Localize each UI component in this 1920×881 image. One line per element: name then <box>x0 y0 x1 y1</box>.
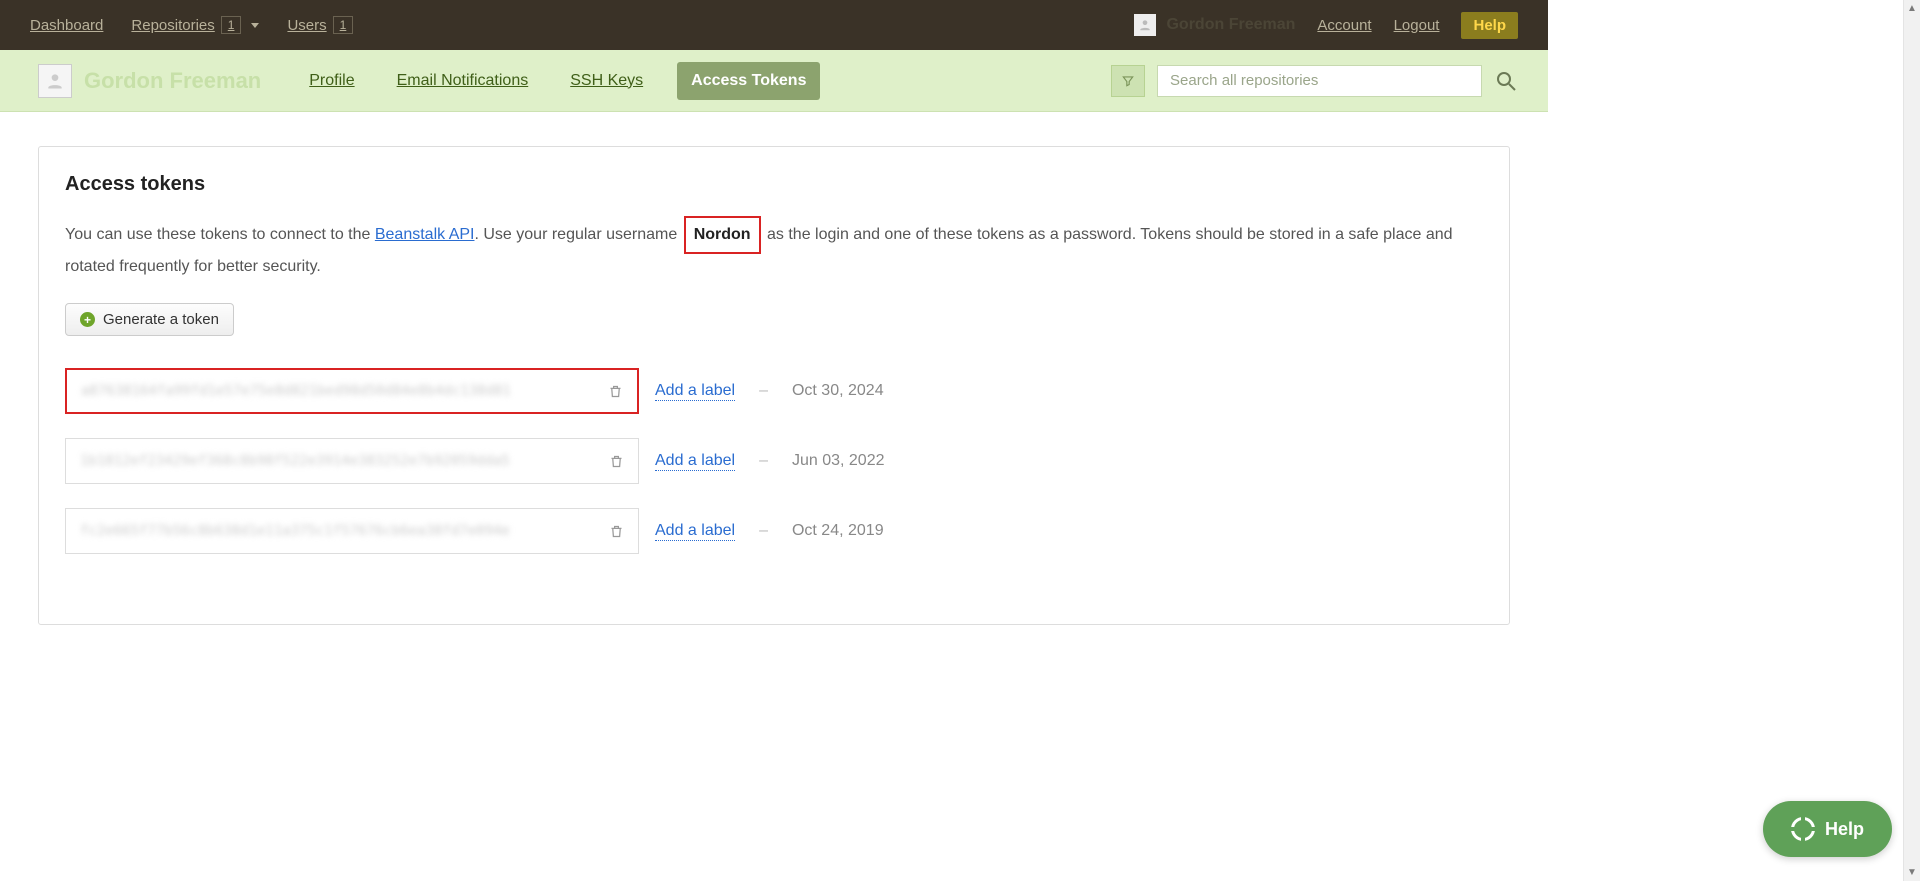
highlighted-username: Nordon <box>684 216 761 254</box>
profile-name: Gordon Freeman <box>84 68 261 94</box>
token-value: 1b1812ef23429ef368c8b98f522e3914e383252e… <box>80 453 510 469</box>
scroll-up-icon[interactable]: ▲ <box>1904 0 1920 17</box>
nav-users-label: Users <box>287 17 326 34</box>
trash-icon[interactable] <box>609 454 624 469</box>
separator: – <box>759 452 768 470</box>
plus-icon: + <box>80 312 95 327</box>
search-icon[interactable] <box>1494 69 1518 93</box>
nav-repositories-label: Repositories <box>131 17 214 34</box>
topbar-right: Gordon Freeman Account Logout Help <box>1134 12 1518 39</box>
search-input[interactable] <box>1157 65 1482 97</box>
scroll-down-icon[interactable]: ▼ <box>1904 864 1920 881</box>
token-value: fc2e665f77b56c8b638d1e11a375c1f57676cb6e… <box>80 523 510 539</box>
generate-token-label: Generate a token <box>103 311 219 328</box>
nav-logout[interactable]: Logout <box>1394 17 1440 34</box>
api-link[interactable]: Beanstalk API <box>375 226 475 243</box>
vertical-scrollbar[interactable]: ▲ ▼ <box>1903 0 1920 881</box>
help-fab[interactable]: Help <box>1763 801 1892 857</box>
current-user-ghost: Gordon Freeman <box>1134 14 1295 36</box>
filter-icon[interactable] <box>1111 65 1145 97</box>
profile-tabs: Profile Email Notifications SSH Keys Acc… <box>301 62 820 100</box>
separator: – <box>759 522 768 540</box>
token-value-box[interactable]: 1b1812ef23429ef368c8b98f522e3914e383252e… <box>65 438 639 484</box>
nav-help-button[interactable]: Help <box>1461 12 1518 39</box>
lifebuoy-icon <box>1791 817 1815 841</box>
nav-repositories[interactable]: Repositories 1 <box>131 16 259 34</box>
nav-users[interactable]: Users 1 <box>287 16 353 34</box>
repositories-count-badge: 1 <box>221 16 242 34</box>
trash-icon[interactable] <box>609 524 624 539</box>
search-area <box>1111 65 1518 97</box>
intro-text: You can use these tokens to connect to t… <box>65 216 1483 279</box>
tab-access-tokens[interactable]: Access Tokens <box>677 62 820 100</box>
token-date: Jun 03, 2022 <box>792 452 885 470</box>
intro-after-link: . Use your regular username <box>474 226 681 243</box>
help-fab-label: Help <box>1825 819 1864 840</box>
add-label-link[interactable]: Add a label <box>655 522 735 541</box>
tab-profile[interactable]: Profile <box>301 66 362 96</box>
token-value-box[interactable]: fc2e665f77b56c8b638d1e11a375c1f57676cb6e… <box>65 508 639 554</box>
nav-account[interactable]: Account <box>1317 17 1371 34</box>
add-label-link[interactable]: Add a label <box>655 382 735 401</box>
token-value: a87638164fa99fd1e57e75e8d821bed98d50d84e… <box>81 383 511 399</box>
separator: – <box>759 382 768 400</box>
topbar: Dashboard Repositories 1 Users 1 Gordon … <box>0 0 1548 50</box>
users-count-badge: 1 <box>333 16 354 34</box>
avatar-icon <box>1134 14 1156 36</box>
topbar-left: Dashboard Repositories 1 Users 1 <box>30 16 353 34</box>
token-date: Oct 24, 2019 <box>792 522 884 540</box>
subbar: Gordon Freeman Profile Email Notificatio… <box>0 50 1548 112</box>
trash-icon[interactable] <box>608 384 623 399</box>
tab-email-notifications[interactable]: Email Notifications <box>389 66 537 96</box>
generate-token-button[interactable]: + Generate a token <box>65 303 234 336</box>
token-date: Oct 30, 2024 <box>792 382 884 400</box>
token-row: a87638164fa99fd1e57e75e8d821bed98d50d84e… <box>65 368 1483 414</box>
token-row: fc2e665f77b56c8b638d1e11a375c1f57676cb6e… <box>65 508 1483 554</box>
tab-ssh-keys[interactable]: SSH Keys <box>562 66 651 96</box>
nav-dashboard[interactable]: Dashboard <box>30 17 103 34</box>
add-label-link[interactable]: Add a label <box>655 452 735 471</box>
chevron-down-icon[interactable] <box>251 23 259 28</box>
content-card: Access tokens You can use these tokens t… <box>38 146 1510 625</box>
token-row: 1b1812ef23429ef368c8b98f522e3914e383252e… <box>65 438 1483 484</box>
intro-before-link: You can use these tokens to connect to t… <box>65 226 375 243</box>
page-title: Access tokens <box>65 173 1483 196</box>
token-value-box[interactable]: a87638164fa99fd1e57e75e8d821bed98d50d84e… <box>65 368 639 414</box>
profile-avatar <box>38 64 72 98</box>
current-user-name: Gordon Freeman <box>1166 16 1295 34</box>
tokens-list: a87638164fa99fd1e57e75e8d821bed98d50d84e… <box>65 368 1483 554</box>
